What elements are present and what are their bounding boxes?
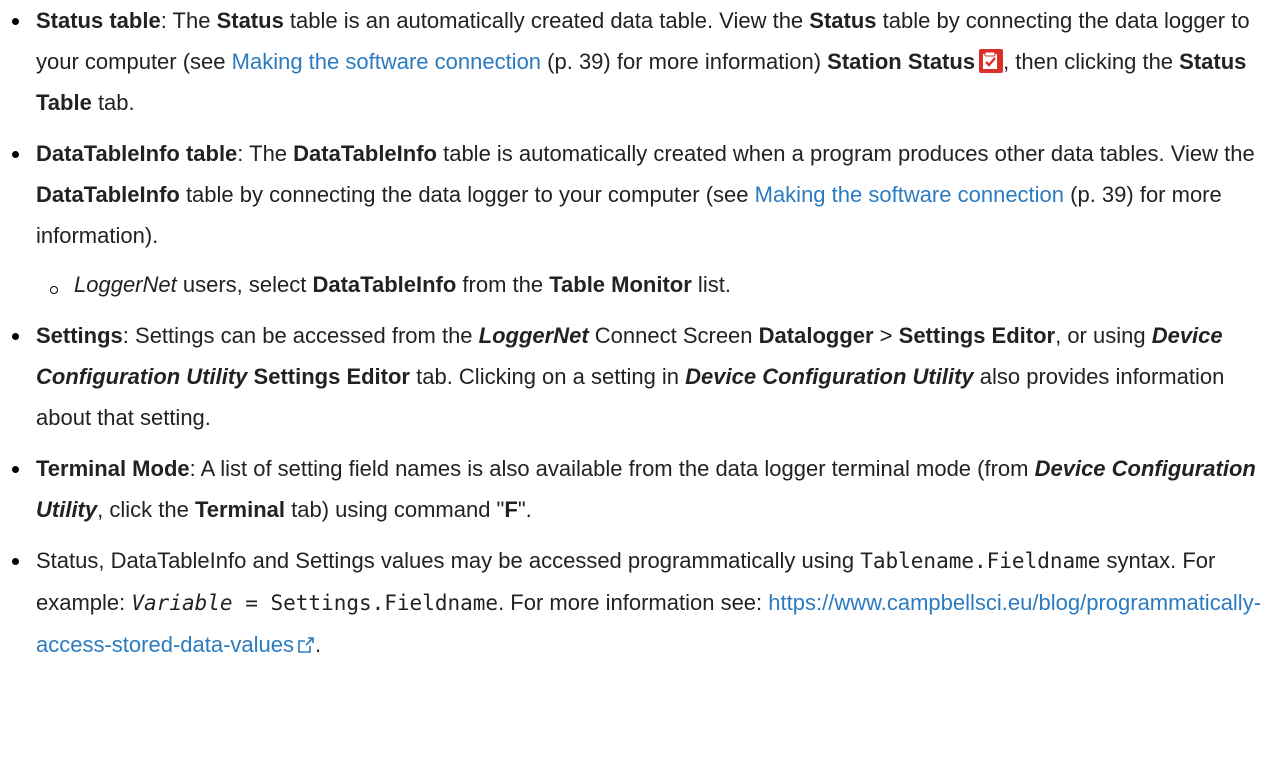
terminal-mode-heading: Terminal Mode (36, 456, 190, 481)
making-software-connection-link[interactable]: Making the software connection (232, 49, 541, 74)
bullet-status-table: Status table: The Status table is an aut… (0, 0, 1270, 123)
bullet-datatableinfo-table: DataTableInfo table: The DataTableInfo t… (0, 133, 1270, 305)
code-variable: Variable (131, 591, 233, 615)
code-tablename-fieldname: Tablename.Fieldname (860, 549, 1101, 573)
datatableinfo-sub-list: LoggerNet users, select DataTableInfo fr… (36, 264, 1270, 305)
help-document-page: Status table: The Status table is an aut… (0, 0, 1270, 775)
bullet-terminal-mode: Terminal Mode: A list of setting field n… (0, 448, 1270, 530)
external-link-icon[interactable] (297, 636, 315, 654)
status-table-heading: Status table (36, 8, 161, 33)
bullet-settings: Settings: Settings can be accessed from … (0, 315, 1270, 438)
bullet-programmatic-access: Status, DataTableInfo and Settings value… (0, 540, 1270, 665)
info-bullet-list: Status table: The Status table is an aut… (0, 0, 1270, 665)
datatableinfo-heading: DataTableInfo table (36, 141, 238, 166)
station-status-icon (979, 49, 1004, 73)
making-software-connection-link-2[interactable]: Making the software connection (755, 182, 1064, 207)
code-settings-fieldname: = Settings.Fieldname (232, 591, 499, 615)
sub-bullet-loggernet: LoggerNet users, select DataTableInfo fr… (36, 264, 1270, 305)
settings-heading: Settings (36, 323, 123, 348)
